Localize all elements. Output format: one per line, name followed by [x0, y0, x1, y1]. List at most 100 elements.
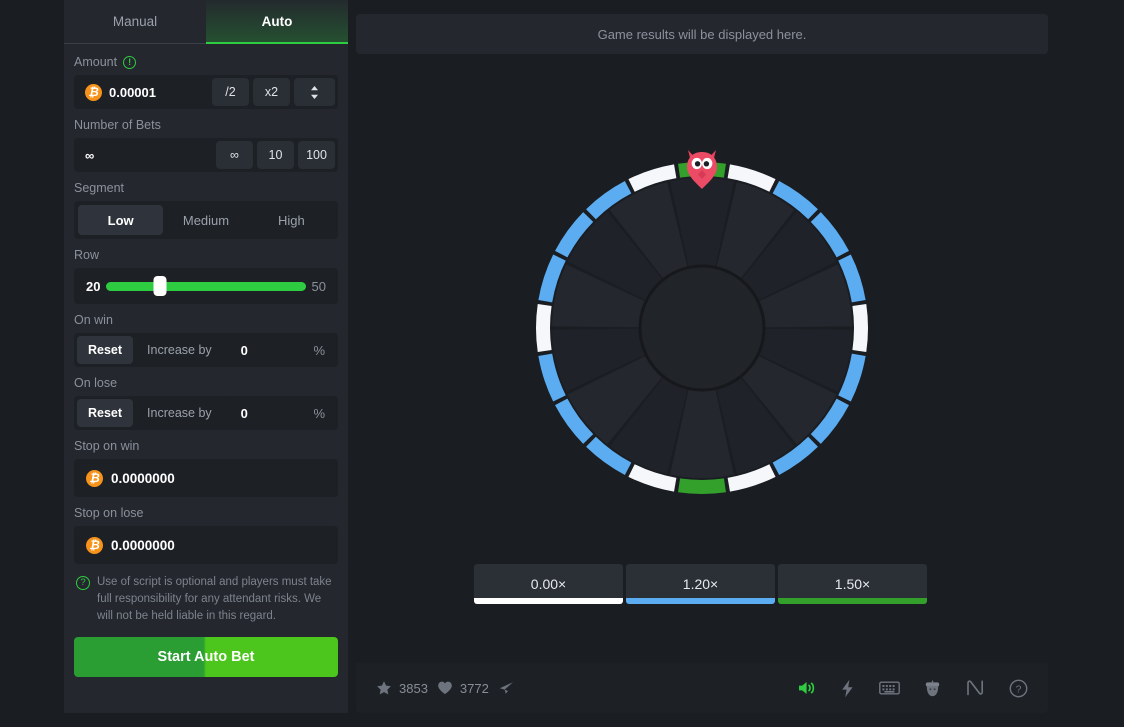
disclaimer-text: Use of script is optional and players mu…: [97, 576, 332, 622]
tab-auto-label: Auto: [261, 13, 293, 29]
wheel-stage: 0.00× 1.20× 1.50×: [356, 54, 1048, 713]
acorn-icon[interactable]: [924, 679, 941, 698]
wheel-ring-segment: [536, 304, 552, 352]
sound-on-icon[interactable]: [796, 679, 816, 697]
on-lose-percent-input[interactable]: 0 %: [228, 399, 335, 427]
stop-on-win-label: Stop on win: [74, 439, 140, 453]
on-lose-percent-value: 0: [240, 405, 248, 421]
bets-10-button[interactable]: 10: [257, 141, 294, 169]
mode-tabs: Manual Auto: [64, 0, 348, 44]
stop-on-win-field: Stop on win ₿ 0.0000000: [74, 438, 338, 497]
stop-on-lose-label: Stop on lose: [74, 506, 144, 520]
bitcoin-icon: ₿: [86, 536, 103, 554]
row-slider-box: 20 50: [74, 268, 338, 304]
bet-control-sidebar: Manual Auto Amount ! ₿ 0.00001 /2 x2 Num…: [64, 0, 348, 713]
owl-pointer-icon: [684, 144, 720, 194]
game-footer: 3853 3772 ?: [356, 663, 1048, 713]
bets-100-button[interactable]: 100: [298, 141, 335, 169]
bets-infinite-button[interactable]: ∞: [216, 141, 253, 169]
up-down-chevron-icon: [309, 84, 320, 101]
amount-double-button[interactable]: x2: [253, 78, 290, 106]
number-of-bets-value: ∞: [85, 147, 95, 163]
multiplier-bar-0: [474, 598, 623, 604]
multiplier-card-2[interactable]: 1.50×: [778, 564, 927, 604]
footer-controls: ?: [796, 679, 1028, 698]
segment-option-low[interactable]: Low: [78, 205, 164, 235]
lightning-bolt-icon[interactable]: [840, 679, 855, 698]
game-results-placeholder: Game results will be displayed here.: [597, 26, 807, 42]
wheel-graphic: [536, 162, 868, 494]
stop-on-lose-input[interactable]: ₿ 0.0000000: [74, 526, 338, 564]
multiplier-row: 0.00× 1.20× 1.50×: [474, 564, 927, 604]
star-icon: [376, 680, 392, 696]
multiplier-bar-1: [626, 598, 775, 604]
amount-halve-button[interactable]: /2: [212, 78, 249, 106]
on-win-controls: Reset Increase by 0 %: [74, 333, 338, 367]
info-exclamation-icon[interactable]: !: [123, 55, 137, 69]
stop-on-win-input[interactable]: ₿ 0.0000000: [74, 459, 338, 497]
disclaimer: ? Use of script is optional and players …: [76, 574, 336, 625]
bet-settings-panel: Amount ! ₿ 0.00001 /2 x2 Number of Bets …: [64, 44, 348, 713]
wheel-hub: [638, 264, 766, 392]
segment-option-high[interactable]: High: [249, 205, 334, 235]
row-min-value: 20: [86, 278, 101, 294]
on-lose-increase-button[interactable]: Increase by: [136, 399, 223, 427]
on-win-increase-button[interactable]: Increase by: [136, 336, 223, 364]
multiplier-label-0: 0.00×: [530, 576, 567, 592]
on-win-percent-value: 0: [240, 342, 248, 358]
heart-icon: [437, 680, 453, 696]
multiplier-bar-2: [778, 598, 927, 604]
start-auto-bet-button[interactable]: Start Auto Bet: [74, 637, 338, 677]
number-of-bets-label: Number of Bets: [74, 118, 161, 132]
share-icon[interactable]: [498, 680, 515, 697]
stop-on-lose-field: Stop on lose ₿ 0.0000000: [74, 505, 338, 564]
stop-on-lose-value: 0.0000000: [111, 537, 175, 553]
row-max-value: 50: [311, 278, 326, 294]
tab-manual[interactable]: Manual: [64, 0, 206, 44]
stats-curve-icon[interactable]: [965, 679, 985, 697]
help-circle-icon[interactable]: ?: [1009, 679, 1028, 698]
multiplier-card-0[interactable]: 0.00×: [474, 564, 623, 604]
amount-input[interactable]: ₿ 0.00001: [77, 78, 208, 106]
multiplier-label-2: 1.50×: [834, 576, 871, 592]
game-results-bar: Game results will be displayed here.: [356, 14, 1048, 54]
segment-field: Segment Low Medium High: [74, 180, 338, 239]
tab-manual-label: Manual: [112, 14, 158, 29]
segment-selector: Low Medium High: [74, 201, 338, 239]
number-of-bets-field: Number of Bets ∞ ∞ 10 100: [74, 117, 338, 172]
amount-value: 0.00001: [109, 84, 156, 100]
amount-field: Amount ! ₿ 0.00001 /2 x2: [74, 54, 338, 109]
multiplier-card-1[interactable]: 1.20×: [626, 564, 775, 604]
row-slider-thumb[interactable]: [153, 276, 167, 296]
svg-text:?: ?: [1016, 683, 1022, 695]
amount-stepper[interactable]: [294, 78, 335, 106]
row-slider-track[interactable]: [106, 276, 306, 296]
on-win-reset-button[interactable]: Reset: [77, 336, 134, 364]
on-win-percent-symbol: %: [313, 342, 325, 358]
on-win-field: On win Reset Increase by 0 %: [74, 312, 338, 367]
amount-input-row: ₿ 0.00001 /2 x2: [74, 75, 338, 109]
keyboard-icon[interactable]: [879, 680, 900, 696]
number-of-bets-row: ∞ ∞ 10 100: [74, 138, 338, 172]
heart-stat[interactable]: 3772: [437, 680, 489, 696]
on-lose-controls: Reset Increase by 0 %: [74, 396, 338, 430]
number-of-bets-input[interactable]: ∞: [77, 141, 212, 169]
stop-on-win-value: 0.0000000: [111, 470, 175, 486]
tab-auto[interactable]: Auto: [206, 0, 348, 44]
bitcoin-icon: ₿: [86, 469, 103, 487]
on-lose-field: On lose Reset Increase by 0 %: [74, 375, 338, 430]
bitcoin-icon: ₿: [85, 83, 102, 101]
segment-option-medium[interactable]: Medium: [163, 205, 248, 235]
wheel-ring-segment: [852, 304, 868, 352]
on-lose-reset-button[interactable]: Reset: [77, 399, 134, 427]
on-win-label: On win: [74, 313, 113, 327]
wheel-game-app: Manual Auto Amount ! ₿ 0.00001 /2 x2 Num…: [0, 0, 1124, 727]
segment-label: Segment: [74, 181, 125, 195]
amount-label-row: Amount !: [74, 54, 338, 70]
on-win-percent-input[interactable]: 0 %: [228, 336, 335, 364]
wheel[interactable]: [532, 150, 872, 498]
question-circle-icon: ?: [76, 576, 90, 590]
star-stat[interactable]: 3853: [376, 680, 428, 696]
row-field: Row 20 50: [74, 247, 338, 304]
row-label: Row: [74, 248, 100, 262]
